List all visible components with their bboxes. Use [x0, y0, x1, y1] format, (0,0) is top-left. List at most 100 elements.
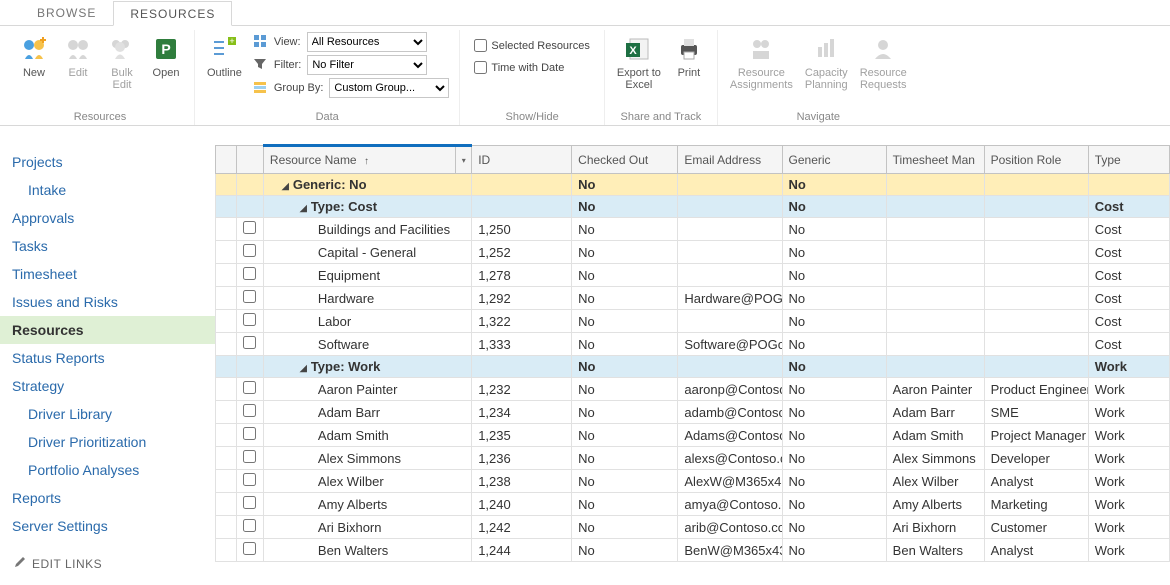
group-select[interactable]: Custom Group...	[329, 78, 449, 98]
sidebar-item-status-reports[interactable]: Status Reports	[0, 344, 215, 372]
group-row[interactable]: ◢Generic: NoNoNo	[216, 174, 1170, 196]
ribbon-group-data-label: Data	[316, 111, 339, 125]
table-row[interactable]: Software1,333NoSoftware@POGoNoCost	[216, 333, 1170, 356]
table-row[interactable]: Ari Bixhorn1,242Noarib@Contoso.coNoAri B…	[216, 516, 1170, 539]
row-checkbox[interactable]	[243, 519, 256, 532]
selected-resources-check[interactable]: Selected Resources	[470, 36, 593, 55]
table-row[interactable]: Hardware1,292NoHardware@POGoNoCost	[216, 287, 1170, 310]
table-row[interactable]: Amy Alberts1,240Noamya@Contoso.cNoAmy Al…	[216, 493, 1170, 516]
bulk-edit-button-label: BulkEdit	[111, 67, 132, 91]
ribbon-group-share: X Export toExcel Print Share and Track	[605, 30, 718, 125]
export-excel-label: Export toExcel	[617, 67, 661, 91]
bulk-edit-icon	[106, 33, 138, 65]
table-row[interactable]: Labor1,322NoNoCost	[216, 310, 1170, 333]
sort-asc-icon: ↑	[364, 156, 369, 167]
col-header-email[interactable]: Email Address	[678, 146, 782, 174]
ribbon-group-navigate-label: Navigate	[797, 111, 840, 125]
table-row[interactable]: Buildings and Facilities1,250NoNoCost	[216, 218, 1170, 241]
outline-button[interactable]: + Outline	[201, 30, 248, 82]
print-button[interactable]: Print	[667, 30, 711, 82]
ribbon: New Edit BulkEdit P Open Resourc	[0, 26, 1170, 126]
time-with-date-check[interactable]: Time with Date	[470, 58, 593, 77]
col-header-checked-out[interactable]: Checked Out	[572, 146, 678, 174]
sidebar-item-issues-and-risks[interactable]: Issues and Risks	[0, 288, 215, 316]
svg-text:P: P	[161, 41, 170, 57]
col-header-checkbox[interactable]	[236, 146, 263, 174]
sidebar-item-strategy[interactable]: Strategy	[0, 372, 215, 400]
view-label: View:	[274, 36, 301, 48]
capacity-planning-button[interactable]: CapacityPlanning	[799, 30, 854, 94]
edit-button[interactable]: Edit	[56, 30, 100, 82]
row-checkbox[interactable]	[243, 336, 256, 349]
new-icon	[18, 33, 50, 65]
outline-icon: +	[208, 33, 240, 65]
collapse-icon[interactable]: ◢	[282, 181, 289, 192]
group-row[interactable]: ◢Type: CostNoNoCost	[216, 196, 1170, 218]
sidebar-item-portfolio-analyses[interactable]: Portfolio Analyses	[0, 456, 215, 484]
pencil-icon	[14, 556, 26, 571]
filter-label: Filter:	[274, 59, 302, 71]
sidebar-item-intake[interactable]: Intake	[0, 176, 215, 204]
row-checkbox[interactable]	[243, 244, 256, 257]
resource-assignments-button[interactable]: ResourceAssignments	[724, 30, 799, 94]
collapse-icon[interactable]: ◢	[300, 203, 307, 214]
capacity-planning-label: CapacityPlanning	[805, 67, 848, 91]
filter-icon	[252, 57, 268, 74]
row-checkbox[interactable]	[243, 404, 256, 417]
bulk-edit-button[interactable]: BulkEdit	[100, 30, 144, 94]
col-header-name-dropdown[interactable]: ▾	[455, 147, 471, 173]
row-checkbox[interactable]	[243, 427, 256, 440]
table-row[interactable]: Aaron Painter1,232Noaaronp@ContosoNoAaro…	[216, 378, 1170, 401]
table-row[interactable]: Capital - General1,252NoNoCost	[216, 241, 1170, 264]
resource-requests-label: ResourceRequests	[860, 67, 907, 91]
resource-requests-button[interactable]: ResourceRequests	[854, 30, 913, 94]
table-row[interactable]: Alex Simmons1,236Noalexs@Contoso.cNoAlex…	[216, 447, 1170, 470]
sidebar-item-reports[interactable]: Reports	[0, 484, 215, 512]
sidebar: ProjectsIntakeApprovalsTasksTimesheetIss…	[0, 144, 215, 585]
sidebar-item-projects[interactable]: Projects	[0, 148, 215, 176]
row-checkbox[interactable]	[243, 496, 256, 509]
open-button[interactable]: P Open	[144, 30, 188, 82]
row-checkbox[interactable]	[243, 221, 256, 234]
sidebar-item-timesheet[interactable]: Timesheet	[0, 260, 215, 288]
col-header-generic[interactable]: Generic	[782, 146, 886, 174]
sidebar-item-driver-library[interactable]: Driver Library	[0, 400, 215, 428]
filter-select[interactable]: No Filter	[307, 55, 427, 75]
col-header-type[interactable]: Type	[1088, 146, 1169, 174]
table-row[interactable]: Ben Walters1,244NoBenW@M365x43NoBen Walt…	[216, 539, 1170, 562]
sidebar-item-tasks[interactable]: Tasks	[0, 232, 215, 260]
sidebar-item-server-settings[interactable]: Server Settings	[0, 512, 215, 540]
group-icon	[252, 80, 268, 97]
col-header-handle[interactable]	[216, 146, 237, 174]
row-checkbox[interactable]	[243, 313, 256, 326]
open-button-label: Open	[153, 67, 180, 79]
tab-browse[interactable]: BROWSE	[20, 0, 113, 25]
row-checkbox[interactable]	[243, 267, 256, 280]
row-checkbox[interactable]	[243, 290, 256, 303]
edit-links-button[interactable]: EDIT LINKS	[0, 546, 215, 581]
grid: Resource Name ↑ ▾ ID Checked Out Email A…	[215, 144, 1170, 585]
ribbon-group-navigate: ResourceAssignments CapacityPlanning Res…	[718, 30, 919, 125]
view-select[interactable]: All Resources	[307, 32, 427, 52]
ribbon-group-share-label: Share and Track	[621, 111, 702, 125]
group-row[interactable]: ◢Type: WorkNoNoWork	[216, 356, 1170, 378]
col-header-timesheet-man[interactable]: Timesheet Man	[886, 146, 984, 174]
sidebar-item-resources[interactable]: Resources	[0, 316, 215, 344]
row-checkbox[interactable]	[243, 450, 256, 463]
table-row[interactable]: Alex Wilber1,238NoAlexW@M365x43NoAlex Wi…	[216, 470, 1170, 493]
sidebar-item-driver-prioritization[interactable]: Driver Prioritization	[0, 428, 215, 456]
row-checkbox[interactable]	[243, 473, 256, 486]
sidebar-item-approvals[interactable]: Approvals	[0, 204, 215, 232]
row-checkbox[interactable]	[243, 542, 256, 555]
col-header-id[interactable]: ID	[472, 146, 572, 174]
export-excel-button[interactable]: X Export toExcel	[611, 30, 667, 94]
new-button[interactable]: New	[12, 30, 56, 82]
table-row[interactable]: Adam Smith1,235NoAdams@ContosoNoAdam Smi…	[216, 424, 1170, 447]
collapse-icon[interactable]: ◢	[300, 363, 307, 374]
col-header-name[interactable]: Resource Name ↑ ▾	[263, 146, 471, 174]
table-row[interactable]: Equipment1,278NoNoCost	[216, 264, 1170, 287]
col-header-role[interactable]: Position Role	[984, 146, 1088, 174]
table-row[interactable]: Adam Barr1,234Noadamb@ContosoNoAdam Barr…	[216, 401, 1170, 424]
row-checkbox[interactable]	[243, 381, 256, 394]
tab-resources[interactable]: RESOURCES	[113, 1, 232, 26]
